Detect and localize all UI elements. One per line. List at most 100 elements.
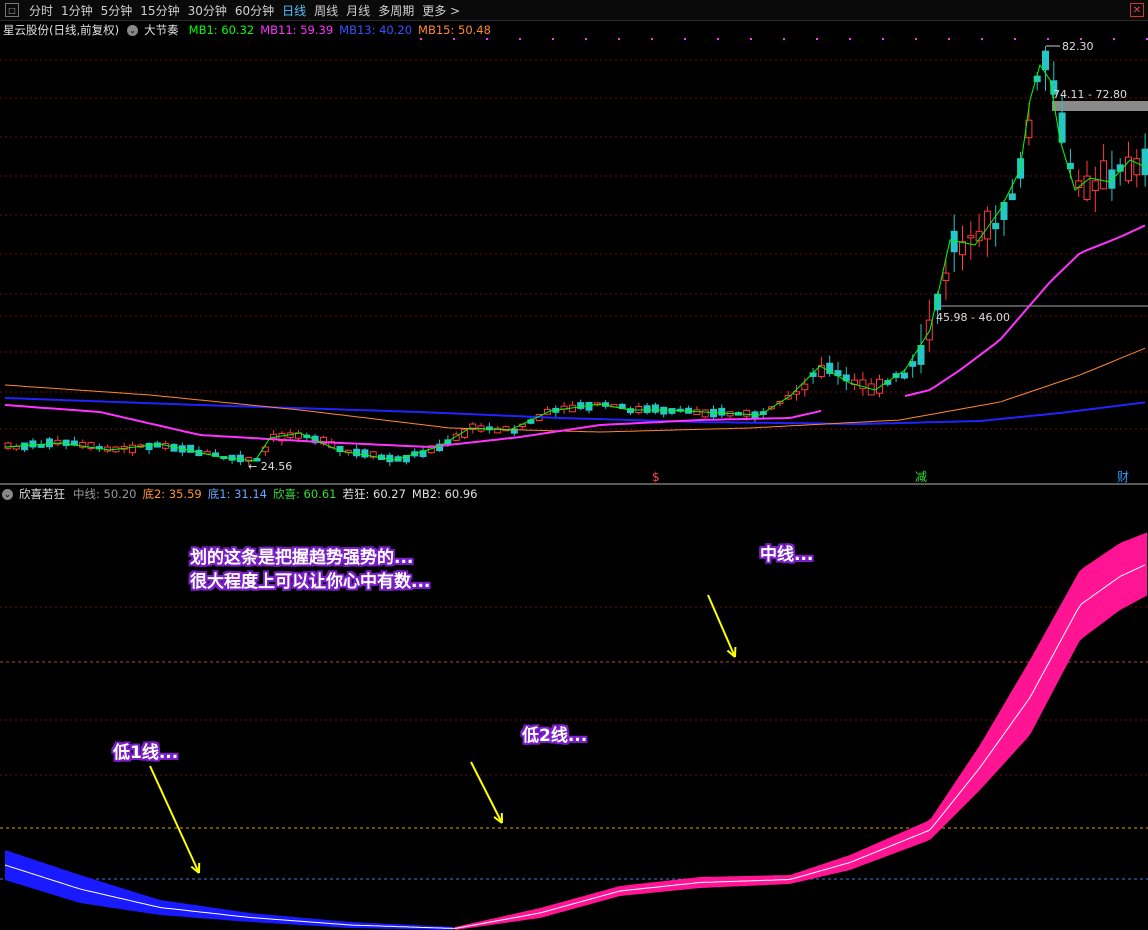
candle-body — [1133, 158, 1141, 176]
mb1-value: MB1: 60.32 — [188, 23, 255, 37]
candle-body — [967, 235, 975, 239]
signal-dot — [915, 38, 917, 40]
candle-body — [1083, 175, 1091, 200]
candle-body — [21, 442, 29, 451]
candle-body — [942, 272, 950, 282]
signal-dot — [453, 38, 455, 40]
chevron-down-icon[interactable]: ⌄ — [2, 488, 13, 500]
high-price-label: 82.30 — [1062, 40, 1094, 53]
candle-body — [37, 444, 45, 448]
signal-dot — [684, 38, 686, 40]
annotation-low2: 低2线... — [522, 726, 588, 746]
price-chart[interactable]: 82.30 74.11 - 72.80 45.98 - 46.00 ← 24.56 $ 减… — [0, 38, 1148, 483]
indicator-chart[interactable] — [0, 502, 1148, 930]
main-chart-infobar: 星云股份(日线,前复权) ⌄ 大节奏 MB1: 60.32 MB11: 59.3… — [0, 21, 497, 39]
signal-dot — [585, 38, 587, 40]
tab-monthly[interactable]: 月线 — [342, 2, 374, 19]
signal-dot — [420, 38, 422, 40]
candle-body — [876, 378, 883, 394]
candle-body — [353, 448, 361, 457]
candle-body — [635, 405, 643, 414]
candle-body — [959, 241, 966, 256]
candle-body — [643, 405, 651, 413]
tab-daily[interactable]: 日线 — [278, 2, 310, 19]
event-marker: 财 — [1117, 470, 1129, 483]
period-toolbar: □ 分时 1分钟 5分钟 15分钟 30分钟 60分钟 日线 周线 月线 多周期… — [0, 0, 1148, 21]
zone-low-label: 45.98 - 46.00 — [936, 311, 1010, 324]
candle-body — [992, 222, 1000, 230]
tab-30min[interactable]: 30分钟 — [184, 2, 231, 19]
tab-15min[interactable]: 15分钟 — [136, 2, 183, 19]
signal-dot — [651, 38, 653, 40]
candle-body — [660, 406, 668, 415]
di2-value: 底2: 35.59 — [142, 487, 202, 501]
tab-weekly[interactable]: 周线 — [310, 2, 342, 19]
candle-body — [900, 372, 908, 379]
mb15-value: MB15: 50.48 — [418, 23, 491, 37]
signal-dot — [618, 38, 620, 40]
signal-dot — [981, 38, 983, 40]
signal-dot — [750, 38, 752, 40]
candle-body — [62, 439, 70, 446]
arrow-mid — [707, 594, 736, 658]
zone-high-label: 74.11 - 72.80 — [1053, 88, 1127, 101]
annotation-mid: 中线... — [760, 545, 814, 565]
stock-name[interactable]: 星云股份(日线,前复权) — [3, 22, 119, 38]
candle-body — [1042, 50, 1049, 71]
signal-dot — [816, 38, 818, 40]
indicator-name[interactable]: 大节奏 — [144, 22, 179, 38]
menu-icon[interactable]: □ — [5, 3, 19, 17]
candle-body — [1100, 160, 1108, 190]
mb13-value: MB13: 40.20 — [339, 23, 413, 37]
candle-body — [4, 442, 12, 449]
candle-body — [1091, 180, 1099, 192]
ma1-line — [4, 63, 1146, 462]
event-marker: $ — [652, 470, 660, 483]
signal-dot — [552, 38, 554, 40]
signal-dot — [486, 38, 488, 40]
signal-dot — [1047, 38, 1049, 40]
di1-value: 底1: 31.14 — [207, 487, 268, 501]
chevron-down-icon[interactable]: ⌄ — [127, 24, 139, 36]
candle-body — [29, 440, 37, 448]
zhongxian-value: 中线: 50.20 — [73, 487, 137, 501]
candle-body — [651, 404, 659, 413]
annotation-low1: 低1线... — [113, 743, 179, 763]
close-icon[interactable]: ✕ — [1130, 3, 1144, 17]
tab-5min[interactable]: 5分钟 — [97, 2, 137, 19]
price-zone-high — [1052, 101, 1148, 111]
tab-1min[interactable]: 1分钟 — [57, 2, 97, 19]
candle-body — [668, 408, 676, 414]
candle-body — [743, 409, 751, 417]
signal-dot — [783, 38, 785, 40]
sub-indicator-name[interactable]: 欣喜若狂 — [19, 486, 65, 502]
low-price-label: ← 24.56 — [248, 460, 292, 473]
candle-body — [701, 409, 709, 418]
annotation-line1: 划的这条是把握趋势强势的... — [190, 548, 414, 568]
tab-more[interactable]: 更多 > — [418, 2, 464, 19]
xinxi-value: 欣喜: 60.61 — [273, 487, 337, 501]
candle-body — [577, 402, 585, 409]
tab-60min[interactable]: 60分钟 — [231, 2, 278, 19]
signal-dot — [519, 38, 521, 40]
candle-body — [1000, 201, 1008, 220]
candle-body — [46, 438, 53, 448]
tab-fenshi[interactable]: 分时 — [25, 2, 57, 19]
mb11-value: MB11: 59.39 — [260, 23, 334, 37]
candle-body — [909, 361, 917, 367]
tab-multi-period[interactable]: 多周期 — [374, 2, 418, 19]
signal-dot — [849, 38, 851, 40]
sub-chart-infobar: ⌄ 欣喜若狂 中线: 50.20 底2: 35.59 底1: 31.14 欣喜:… — [0, 485, 484, 503]
signal-dot — [717, 38, 719, 40]
candle-body — [718, 407, 726, 416]
candle-body — [1008, 193, 1016, 201]
band-blue — [5, 850, 453, 930]
signal-dot — [882, 38, 884, 40]
candle-body — [12, 446, 20, 450]
signal-dot — [1113, 38, 1115, 40]
candle-body — [801, 383, 809, 391]
annotation-line2: 很大程度上可以让你心中有数... — [190, 572, 431, 592]
mb2-value: MB2: 60.96 — [411, 487, 478, 501]
candle-body — [1141, 148, 1148, 176]
event-marker: 减 — [915, 470, 927, 483]
